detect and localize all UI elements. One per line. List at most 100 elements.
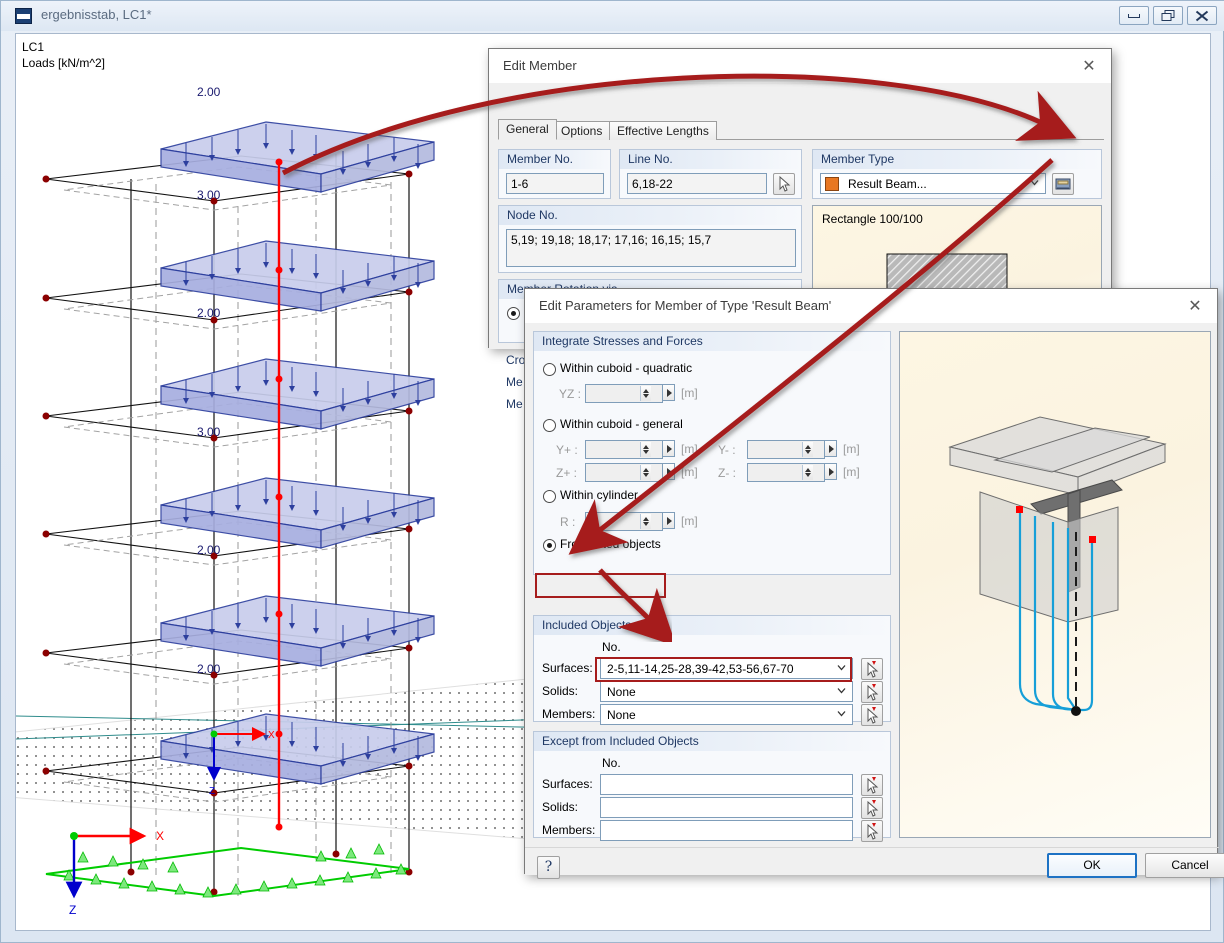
field-r-more-icon[interactable]: [662, 512, 675, 529]
except-surfaces-input[interactable]: [600, 774, 853, 795]
member-type-caption: Member Type: [813, 150, 1101, 169]
restore-button[interactable]: [1153, 6, 1183, 25]
minimize-button[interactable]: [1119, 6, 1149, 25]
field-r-spinner[interactable]: [585, 512, 675, 531]
except-objects-caption: Except from Included Objects: [534, 732, 890, 751]
except-solids-label: Solids:: [542, 800, 579, 814]
close-button[interactable]: [1187, 6, 1217, 25]
member-type-color-swatch: [825, 177, 839, 191]
field-yz-unit: [m]: [681, 386, 698, 400]
member-type-combo[interactable]: Result Beam...: [820, 173, 1046, 194]
option-within-cuboid-quadratic-radio[interactable]: [543, 363, 556, 376]
field-yminus-updown-icon[interactable]: [802, 442, 813, 457]
load-label-3: 2.00: [197, 306, 221, 320]
except-solids-input[interactable]: [600, 797, 853, 818]
field-zminus-updown-icon[interactable]: [802, 465, 813, 480]
except-solids-pick-icon[interactable]: [861, 797, 883, 819]
except-members-input[interactable]: [600, 820, 853, 841]
window-title: ergebnisstab, LC1*: [41, 7, 152, 22]
result-beam-parameters-dialog[interactable]: Edit Parameters for Member of Type 'Resu…: [524, 288, 1224, 879]
line-no-caption: Line No.: [620, 150, 801, 169]
tab-effective-lengths[interactable]: Effective Lengths: [609, 121, 717, 140]
node-no-input[interactable]: 5,19; 19,18; 18,17; 17,16; 16,15; 15,7: [506, 229, 796, 267]
chevron-down-icon[interactable]: [1030, 178, 1039, 187]
field-yz-spinner[interactable]: [585, 384, 675, 403]
field-yminus-more-icon[interactable]: [824, 440, 837, 457]
window-controls: [1119, 6, 1217, 25]
ok-button[interactable]: OK: [1047, 853, 1137, 878]
rfem-app-icon: [15, 8, 32, 24]
result-beam-preview[interactable]: [899, 331, 1211, 838]
included-solids-pick-icon[interactable]: [861, 681, 883, 703]
edit-member-close-icon[interactable]: ✕: [1077, 55, 1101, 77]
viewport-legend-units: Loads [kN/m^2]: [22, 56, 105, 70]
except-members-pick-icon[interactable]: [861, 820, 883, 842]
occluded-label-2: Me: [506, 375, 523, 389]
included-members-chevron-down-icon[interactable]: [837, 709, 846, 718]
included-solids-label: Solids:: [542, 684, 579, 698]
member-type-edit-icon[interactable]: [1052, 173, 1074, 195]
tab-options[interactable]: Options: [553, 121, 611, 140]
cancel-button[interactable]: Cancel: [1145, 853, 1224, 878]
integrate-group: Integrate Stresses and Forces Within cub…: [533, 331, 891, 575]
member-no-input[interactable]: 1-6: [506, 173, 604, 194]
rotation-angle-radio[interactable]: [507, 307, 520, 320]
field-yminus-label: Y- :: [718, 443, 736, 457]
result-beam-titlebar[interactable]: Edit Parameters for Member of Type 'Resu…: [525, 289, 1217, 323]
field-zminus-spinner[interactable]: [747, 463, 837, 482]
field-yplus-updown-icon[interactable]: [640, 442, 651, 457]
svg-text:Z: Z: [209, 786, 215, 797]
included-members-combo[interactable]: None: [600, 704, 853, 725]
svg-text:X: X: [268, 730, 275, 741]
node-no-group: Node No. 5,19; 19,18; 18,17; 17,16; 16,1…: [498, 205, 802, 273]
field-zplus-spinner[interactable]: [585, 463, 675, 482]
except-objects-column-header: No.: [602, 756, 621, 770]
load-label-1: 2.00: [197, 85, 221, 99]
field-zminus-more-icon[interactable]: [824, 463, 837, 480]
tab-general[interactable]: General: [498, 119, 557, 140]
included-surfaces-combo[interactable]: 2-5,11-14,25-28,39-42,53-56,67-70: [600, 658, 853, 679]
edit-member-titlebar[interactable]: Edit Member ✕: [489, 49, 1111, 83]
field-zplus-more-icon[interactable]: [662, 463, 675, 480]
included-surfaces-label: Surfaces:: [542, 661, 593, 675]
field-r-updown-icon[interactable]: [640, 514, 651, 529]
field-yz-updown-icon[interactable]: [640, 386, 651, 401]
field-zplus-updown-icon[interactable]: [640, 465, 651, 480]
field-zminus-unit: [m]: [843, 465, 860, 479]
included-solids-value: None: [607, 685, 636, 699]
option-within-cuboid-general-radio[interactable]: [543, 419, 556, 432]
title-bar: ergebnisstab, LC1*: [1, 1, 1224, 31]
field-yplus-spinner[interactable]: [585, 440, 675, 459]
except-surfaces-pick-icon[interactable]: [861, 774, 883, 796]
svg-text:Z: Z: [69, 903, 76, 917]
result-beam-close-icon[interactable]: ✕: [1183, 295, 1207, 317]
result-beam-title: Edit Parameters for Member of Type 'Resu…: [539, 298, 832, 313]
included-solids-combo[interactable]: None: [600, 681, 853, 702]
included-members-pick-icon[interactable]: [861, 704, 883, 726]
field-zplus-unit: [m]: [681, 465, 698, 479]
field-yz-more-icon[interactable]: [662, 384, 675, 401]
option-within-cylinder-label: Within cylinder: [560, 488, 639, 502]
help-button[interactable]: ?: [537, 856, 560, 879]
option-from-listed-objects-radio[interactable]: [543, 539, 556, 552]
included-solids-chevron-down-icon[interactable]: [837, 686, 846, 695]
member-type-group: Member Type Result Beam...: [812, 149, 1102, 199]
except-members-label: Members:: [542, 823, 596, 837]
field-yplus-more-icon[interactable]: [662, 440, 675, 457]
option-within-cylinder-radio[interactable]: [543, 490, 556, 503]
occluded-label-3: Me: [506, 397, 523, 411]
included-objects-group: Included Objects No. Surfaces: 2-5,11-14…: [533, 615, 891, 726]
except-surfaces-label: Surfaces:: [542, 777, 593, 791]
occluded-cross-section-caption: Cro: [506, 353, 526, 367]
included-surfaces-chevron-down-icon[interactable]: [837, 663, 846, 672]
line-no-pick-icon[interactable]: [773, 173, 795, 195]
line-no-input[interactable]: 6,18-22: [627, 173, 767, 194]
load-label-4: 3.00: [197, 425, 221, 439]
included-surfaces-pick-icon[interactable]: [861, 658, 883, 680]
edit-member-tabstrip[interactable]: General Options Effective Lengths: [498, 119, 1104, 140]
field-yminus-unit: [m]: [843, 442, 860, 456]
supports-group: [45, 843, 410, 898]
member-type-value: Result Beam...: [848, 177, 927, 191]
close-icon: [1195, 10, 1209, 21]
field-yminus-spinner[interactable]: [747, 440, 837, 459]
